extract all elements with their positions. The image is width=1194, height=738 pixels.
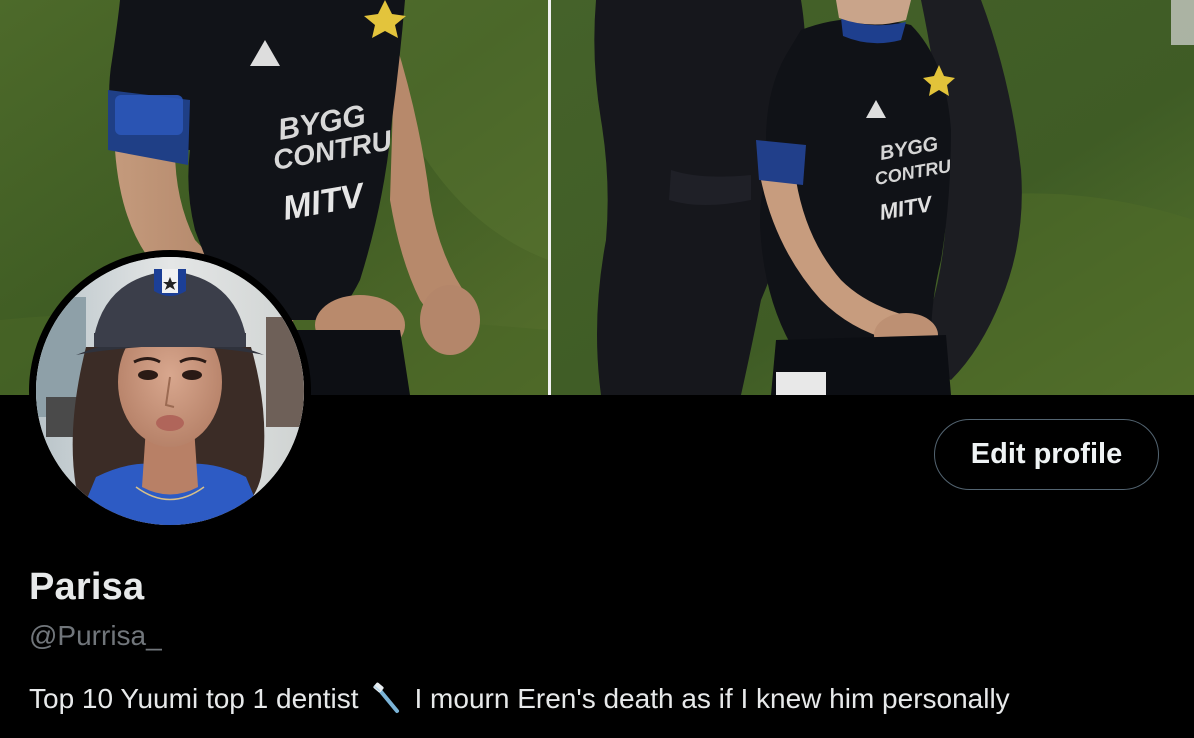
toothbrush-icon bbox=[370, 682, 404, 716]
banner-photo-right: BYGG CONTRU MITV bbox=[551, 0, 1194, 395]
profile-avatar[interactable] bbox=[29, 250, 311, 532]
avatar-photo bbox=[36, 257, 304, 525]
bio-text-part-2: I mourn Eren's death as if I knew him pe… bbox=[414, 683, 1010, 714]
profile-display-name: Parisa bbox=[29, 566, 145, 608]
profile-page: BYGG CONTRU MITV BYGG CONTRU MITV Edit p… bbox=[0, 0, 1194, 738]
profile-bio: Top 10 Yuumi top 1 dentist I mourn Eren'… bbox=[29, 682, 1010, 716]
edit-profile-button[interactable]: Edit profile bbox=[934, 419, 1159, 490]
bio-text-part-1: Top 10 Yuumi top 1 dentist bbox=[29, 683, 359, 714]
profile-handle: @Purrisa_ bbox=[29, 620, 162, 651]
